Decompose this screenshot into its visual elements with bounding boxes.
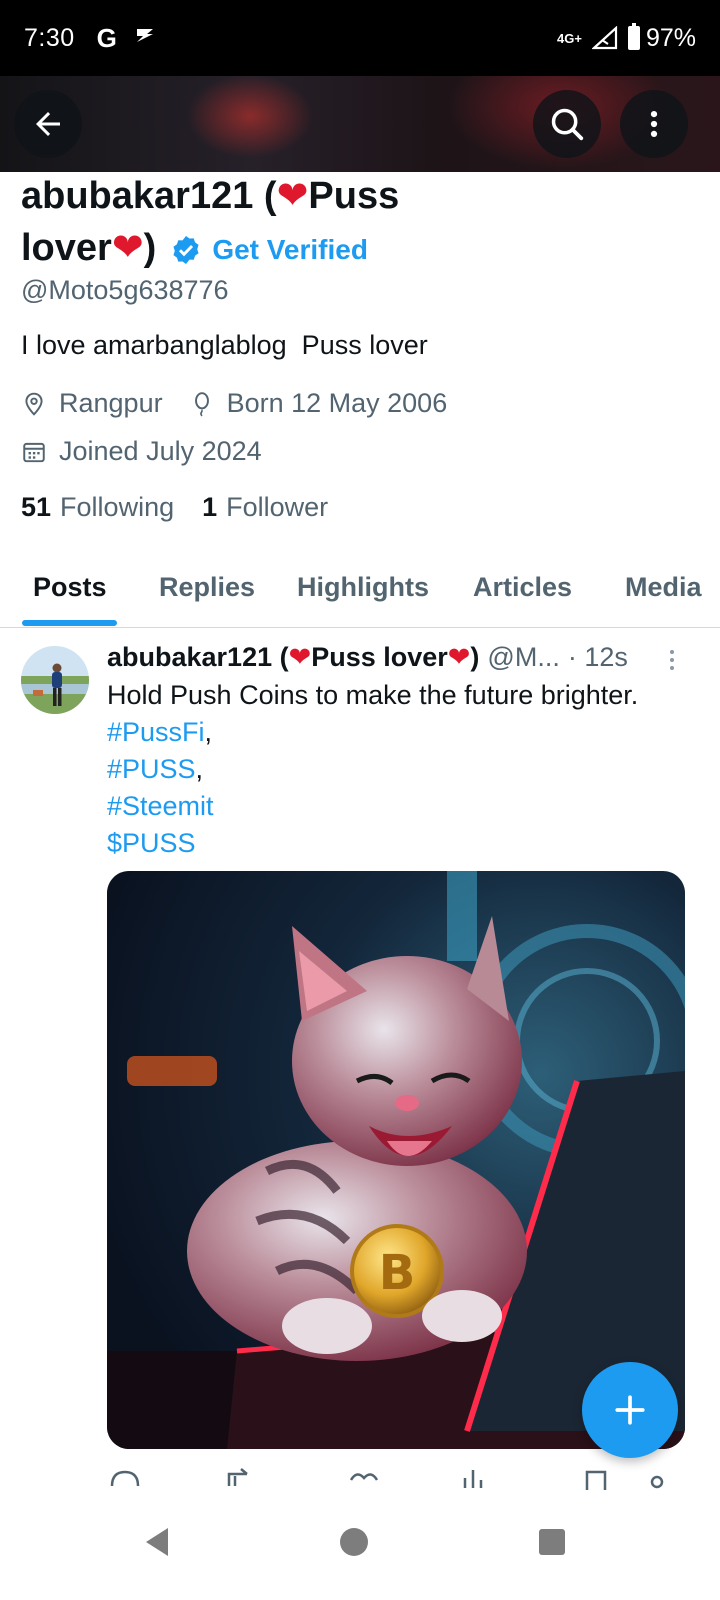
tab-posts[interactable]: Posts: [33, 572, 107, 603]
post-timestamp[interactable]: · 12s: [568, 642, 628, 673]
location-icon: [25, 392, 43, 416]
nav-back-button[interactable]: [140, 1524, 174, 1565]
profile-handle: @Moto5g638776: [21, 275, 229, 305]
nav-back-icon: [146, 1528, 168, 1556]
more-vertical-icon: [650, 110, 658, 138]
heart-icon: ❤: [288, 642, 312, 672]
kitten-laptop-image: B: [107, 871, 685, 1449]
profile-tabs: Posts Replies Highlights Articles Media: [0, 556, 720, 628]
profile-display-name: abubakar121 (❤Puss lover❤) Get Verified: [21, 170, 581, 276]
tab-highlights[interactable]: Highlights: [297, 572, 429, 603]
active-tab-indicator: [22, 620, 117, 626]
compose-post-button[interactable]: [582, 1362, 678, 1458]
google-icon: G: [96, 22, 117, 53]
battery-percent: 97%: [645, 23, 696, 52]
following-label: Following: [60, 492, 175, 522]
svg-text:B: B: [379, 1245, 416, 1301]
profile-bio: I love amarbanglablog Puss lover: [21, 330, 428, 360]
more-options-button[interactable]: [620, 90, 688, 158]
profile-birthdate: Born 12 May 2006: [226, 388, 448, 418]
views-icon: [463, 1470, 483, 1488]
profile-location: Rangpur: [59, 388, 163, 418]
share-icon: [650, 1475, 664, 1489]
profile-joined: Joined July 2024: [59, 436, 262, 466]
reply-icon: [110, 1470, 140, 1487]
signal-icon: [591, 26, 618, 50]
get-verified-link[interactable]: Get Verified: [170, 224, 368, 276]
battery-icon: [627, 23, 640, 50]
follow-stats: 51 Following 1 Follower: [21, 492, 356, 523]
search-button[interactable]: [533, 90, 601, 158]
hashtag-link[interactable]: #Steemit: [107, 791, 214, 821]
app-notification-icon: [133, 24, 157, 52]
more-vertical-icon: [670, 650, 674, 670]
tab-media[interactable]: Media: [625, 572, 702, 603]
post-body: Hold Push Coins to make the future brigh…: [107, 680, 639, 710]
back-button[interactable]: [14, 90, 82, 158]
post-text: Hold Push Coins to make the future brigh…: [107, 677, 638, 862]
network-type: 4G+: [557, 30, 582, 46]
tab-replies[interactable]: Replies: [159, 572, 255, 603]
following-link[interactable]: 51 Following: [21, 492, 174, 523]
followers-link[interactable]: 1 Follower: [202, 492, 328, 523]
system-navigation-bar: [0, 1490, 720, 1600]
like-icon: [349, 1473, 379, 1481]
tab-articles[interactable]: Articles: [473, 572, 572, 603]
balloon-icon: [194, 391, 209, 416]
post-author-handle: @M...: [487, 642, 560, 672]
plus-icon: [615, 1395, 645, 1425]
followers-label: Follower: [226, 492, 329, 522]
cashtag-link[interactable]: $PUSS: [107, 828, 196, 858]
post-action-bar: [107, 1466, 685, 1490]
nav-home-icon: [340, 1528, 368, 1556]
profile-meta-row: Rangpur Born 12 May 2006: [21, 388, 447, 419]
search-icon: [551, 108, 584, 141]
post-author-name[interactable]: abubakar121 (❤Puss lover❤): [107, 642, 479, 673]
status-right: 4G+ 97%: [557, 23, 696, 53]
back-arrow-icon: [36, 112, 60, 136]
heart-icon: ❤: [111, 227, 144, 269]
nav-recents-button[interactable]: [535, 1524, 569, 1565]
calendar-icon: [23, 442, 45, 462]
status-bar: 7:30 G 4G+ 97%: [0, 0, 720, 76]
profile-joined-row: Joined July 2024: [21, 436, 262, 467]
post-action-icons: [110, 1468, 664, 1490]
hashtag-link[interactable]: #PussFi: [107, 717, 205, 747]
heart-icon: ❤: [276, 175, 309, 217]
bookmark-icon: [585, 1470, 607, 1490]
repost-icon: [227, 1468, 248, 1486]
nav-home-button[interactable]: [337, 1524, 371, 1565]
heart-icon: ❤: [447, 642, 471, 672]
post-more-button[interactable]: [664, 648, 680, 679]
post-header: abubakar121 (❤Puss lover❤) @M... · 12s: [107, 642, 667, 673]
status-time: 7:30: [24, 23, 75, 52]
followers-count: 1: [202, 492, 218, 522]
nav-recents-icon: [539, 1529, 565, 1555]
verified-badge-icon: [173, 235, 199, 264]
following-count: 51: [21, 492, 52, 522]
post-author-avatar[interactable]: [21, 646, 89, 714]
hashtag-link[interactable]: #PUSS: [107, 754, 196, 784]
post-media-image[interactable]: B: [107, 871, 685, 1449]
profile-banner: [0, 76, 720, 172]
